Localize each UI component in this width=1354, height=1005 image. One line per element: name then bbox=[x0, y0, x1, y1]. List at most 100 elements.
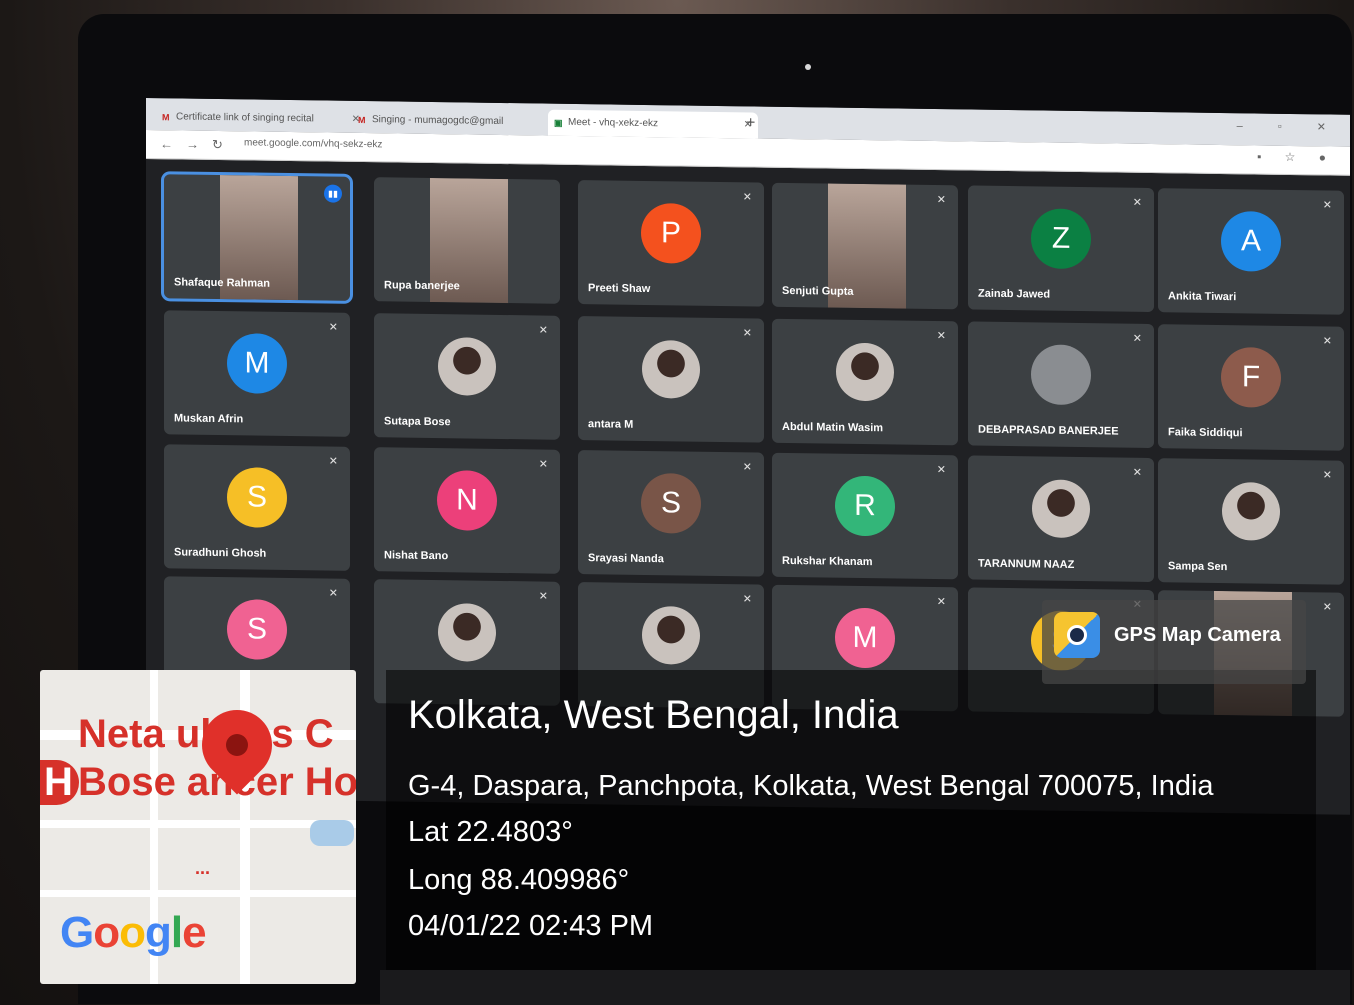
map-poi-marker: H bbox=[40, 760, 79, 805]
mic-muted-icon: ✕ bbox=[538, 458, 548, 471]
window-controls[interactable]: – ▫ ✕ bbox=[1237, 119, 1342, 133]
participant-name: Senjuti Gupta bbox=[782, 284, 854, 298]
mic-muted-icon: ✕ bbox=[1322, 601, 1332, 614]
participant-name: Nishat Bano bbox=[384, 549, 449, 563]
map-dots: ... bbox=[195, 858, 211, 878]
gmail-icon: M bbox=[358, 114, 366, 126]
browser-tab[interactable]: M Singing - mumagogdc@gmail ✕ bbox=[352, 107, 562, 136]
browser-tab-active[interactable]: ▣ Meet - vhq-xekz-ekz ✕ bbox=[548, 109, 758, 139]
speaking-indicator-icon: ▮▮ bbox=[324, 184, 342, 203]
reload-icon[interactable]: ↻ bbox=[212, 137, 223, 153]
mic-muted-icon: ✕ bbox=[328, 455, 338, 468]
participant-tile[interactable]: ✕ TARANNUM NAAZ bbox=[968, 455, 1154, 583]
mic-muted-icon: ✕ bbox=[936, 194, 946, 207]
participant-name: Ankita Tiwari bbox=[1168, 290, 1237, 304]
mic-muted-icon: ✕ bbox=[742, 461, 752, 474]
participant-photo bbox=[1222, 482, 1280, 541]
meet-icon: ▣ bbox=[554, 117, 563, 128]
geotag-address: G-4, Daspara, Panchpota, Kolkata, West B… bbox=[408, 770, 1214, 802]
mic-muted-icon: ✕ bbox=[1132, 332, 1142, 345]
participant-name: Rupa banerjee bbox=[384, 279, 460, 293]
participant-name: Suradhuni Ghosh bbox=[174, 546, 267, 560]
mic-muted-icon: ✕ bbox=[1322, 199, 1332, 212]
participant-photo bbox=[1032, 479, 1090, 539]
url-field[interactable]: meet.google.com/vhq-sekz-ekz bbox=[244, 137, 382, 150]
participant-name: Abdul Matin Wasim bbox=[782, 420, 884, 435]
mic-muted-icon: ✕ bbox=[936, 464, 946, 477]
participant-tile[interactable]: S ✕ Srayasi Nanda bbox=[578, 450, 764, 577]
mic-muted-icon: ✕ bbox=[1322, 335, 1332, 348]
browser-toolbar-icons[interactable]: ▪ ☆ ● bbox=[1257, 150, 1336, 165]
participant-name: Sutapa Bose bbox=[384, 415, 451, 429]
participant-tile[interactable]: M ✕ Muskan Afrin bbox=[164, 310, 350, 437]
participant-photo bbox=[642, 606, 700, 665]
mic-muted-icon: ✕ bbox=[742, 327, 752, 340]
geotag-datetime: 04/01/22 02:43 PM bbox=[408, 910, 654, 942]
participant-name: Zainab Jawed bbox=[978, 287, 1051, 301]
participant-photo bbox=[438, 337, 496, 396]
participant-avatar: R bbox=[835, 475, 895, 537]
gps-app-name: GPS Map Camera bbox=[1114, 624, 1281, 646]
participant-tile[interactable]: ✕ DEBAPRASAD BANERJEE bbox=[968, 321, 1154, 449]
participant-tile[interactable]: ✕ Sampa Sen bbox=[1158, 458, 1344, 585]
mic-muted-icon: ✕ bbox=[742, 191, 752, 204]
participant-name: Muskan Afrin bbox=[174, 412, 244, 426]
mic-muted-icon: ✕ bbox=[936, 596, 946, 609]
participant-name: Preeti Shaw bbox=[588, 282, 651, 296]
mic-muted-icon: ✕ bbox=[742, 593, 752, 606]
mic-muted-icon: ✕ bbox=[328, 587, 338, 600]
geotag-latitude: Lat 22.4803° bbox=[408, 816, 573, 848]
webcam-dot bbox=[805, 64, 811, 70]
water-body bbox=[310, 820, 354, 846]
participant-avatar: M bbox=[835, 607, 895, 669]
participant-tile[interactable]: ✕ Senjuti Gupta bbox=[772, 182, 958, 310]
participant-tile[interactable]: N ✕ Nishat Bano bbox=[374, 447, 560, 574]
gps-map-camera-badge: GPS Map Camera bbox=[1042, 600, 1306, 684]
gps-camera-icon bbox=[1054, 612, 1100, 658]
participant-name: Shafaque Rahman bbox=[174, 276, 270, 290]
participant-name: DEBAPRASAD BANERJEE bbox=[978, 423, 1119, 438]
participant-avatar bbox=[1031, 344, 1091, 406]
participant-avatar: N bbox=[437, 470, 497, 531]
browser-tab[interactable]: M Certificate link of singing recital ✕ bbox=[156, 104, 366, 133]
participant-tile[interactable]: R ✕ Rukshar Khanam bbox=[772, 452, 958, 580]
back-icon[interactable]: ← bbox=[160, 136, 173, 151]
mic-muted-icon: ✕ bbox=[538, 324, 548, 337]
participant-tile[interactable]: ✕ Abdul Matin Wasim bbox=[772, 318, 958, 446]
participant-tile[interactable]: Rupa banerjee bbox=[374, 177, 560, 304]
geotag-longitude: Long 88.409986° bbox=[408, 864, 630, 896]
participant-name: Faika Siddiqui bbox=[1168, 426, 1243, 440]
mic-muted-icon: ✕ bbox=[1132, 196, 1142, 209]
participant-avatar: A bbox=[1221, 211, 1281, 272]
participant-tile[interactable]: S ✕ Suradhuni Ghosh bbox=[164, 444, 350, 571]
google-logo: Google bbox=[60, 908, 207, 957]
participant-tile[interactable]: Z ✕ Zainab Jawed bbox=[968, 185, 1154, 313]
participant-avatar: S bbox=[227, 599, 287, 661]
participant-tile[interactable]: P ✕ Preeti Shaw bbox=[578, 180, 764, 307]
participant-avatar: P bbox=[641, 202, 701, 264]
participant-photo bbox=[642, 340, 700, 399]
participant-tile[interactable]: ✕ Sutapa Bose bbox=[374, 313, 560, 440]
participant-name: antara M bbox=[588, 418, 634, 431]
participant-name: TARANNUM NAAZ bbox=[978, 557, 1075, 571]
mic-muted-icon: ✕ bbox=[1132, 466, 1142, 479]
participant-tile[interactable]: A ✕ Ankita Tiwari bbox=[1158, 188, 1344, 315]
participant-tile[interactable]: ✕ antara M bbox=[578, 316, 764, 443]
participant-tile[interactable]: ▮▮ Shafaque Rahman bbox=[161, 171, 353, 304]
new-tab-icon[interactable]: + bbox=[746, 114, 755, 132]
mic-muted-icon: ✕ bbox=[1322, 469, 1332, 482]
participant-avatar: S bbox=[641, 472, 701, 534]
participant-avatar: S bbox=[227, 467, 287, 529]
mic-muted-icon: ✕ bbox=[538, 590, 548, 603]
gmail-icon: M bbox=[162, 112, 170, 123]
participant-name: Sampa Sen bbox=[1168, 560, 1228, 574]
laptop-keyboard bbox=[380, 970, 1350, 1005]
participant-photo bbox=[438, 603, 496, 662]
forward-icon[interactable]: → bbox=[186, 137, 199, 152]
participant-name: Rukshar Khanam bbox=[782, 554, 873, 569]
mic-muted-icon: ✕ bbox=[328, 321, 338, 334]
participant-tile[interactable]: F ✕ Faika Siddiqui bbox=[1158, 324, 1344, 451]
participant-avatar: Z bbox=[1031, 208, 1091, 270]
map-thumbnail: Neta ubhas C Bose ancer Ho H ... Google bbox=[40, 670, 356, 984]
participant-name: Srayasi Nanda bbox=[588, 552, 664, 566]
